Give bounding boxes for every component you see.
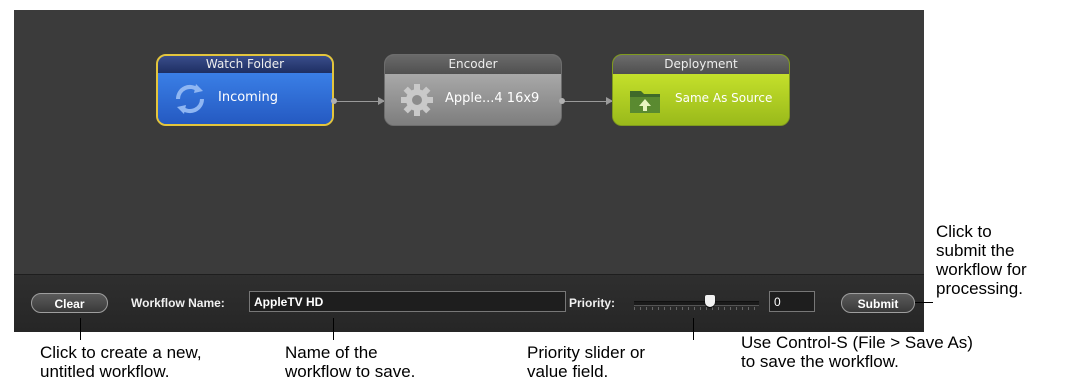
connector-arrow [331,97,385,105]
priority-input[interactable] [769,291,815,312]
node-label: Apple...4 16x9 [445,91,540,106]
clear-button[interactable]: Clear [31,293,108,313]
callout-line: untitled workflow. [40,362,170,381]
callout-line: Click to create a new, [40,343,202,362]
callout-line: Click to [936,222,992,241]
node-body: Apple...4 16x9 [385,74,561,125]
node-title: Watch Folder [158,56,332,73]
submit-button[interactable]: Submit [841,293,915,313]
workflow-name-label: Workflow Name: [131,296,225,310]
workflow-toolbar: Clear Workflow Name: Priority: Submit [14,274,924,332]
watch-folder-node[interactable]: Watch Folder Incoming [156,54,334,126]
submit-callout: Click to submit the workflow for process… [936,222,1027,298]
encoder-node[interactable]: Encoder Apple...4 16x9 [384,54,562,126]
callout-leader [80,318,81,340]
node-title: Encoder [385,55,561,74]
deployment-node[interactable]: Deployment Same As Source [612,54,790,126]
compressor-window: Watch Folder Incoming Encoder Apple...4 … [14,10,924,332]
node-label: Incoming [218,90,278,105]
slider-thumb[interactable] [705,295,715,307]
callout-line: processing. [936,279,1023,298]
callout-leader [693,318,694,340]
priority-callout: Priority slider or value field. [527,343,645,381]
node-body: Same As Source [613,74,789,125]
workflow-canvas[interactable]: Watch Folder Incoming Encoder Apple...4 … [14,10,924,274]
clear-callout: Click to create a new, untitled workflow… [40,343,202,381]
node-body: Incoming [158,73,332,124]
workflow-name-input[interactable] [249,291,566,312]
callout-line: workflow for [936,260,1027,279]
callout-line: submit the [936,241,1015,260]
slider-track [634,301,759,306]
priority-slider[interactable] [634,293,759,313]
callout-leader [915,302,933,303]
priority-label: Priority: [569,296,616,310]
callout-line: value field. [527,362,609,381]
refresh-arrows-icon [175,84,205,114]
callout-line: Priority slider or [527,343,646,362]
node-label: Same As Source [675,91,773,105]
folder-upload-icon [630,91,660,113]
callout-leader [333,318,334,340]
connector-arrow [559,97,613,105]
callout-line: Name of the [285,343,378,362]
callout-line: workflow to save. [285,362,416,381]
name-callout: Name of the workflow to save. [285,343,415,381]
gear-icon [401,84,433,116]
callout-line: Use Control-S (File > Save As) [741,333,973,352]
callout-line: to save the workflow. [741,352,899,371]
node-title: Deployment [613,55,789,74]
save-callout: Use Control-S (File > Save As) to save t… [741,333,973,371]
slider-ticks [634,307,759,310]
